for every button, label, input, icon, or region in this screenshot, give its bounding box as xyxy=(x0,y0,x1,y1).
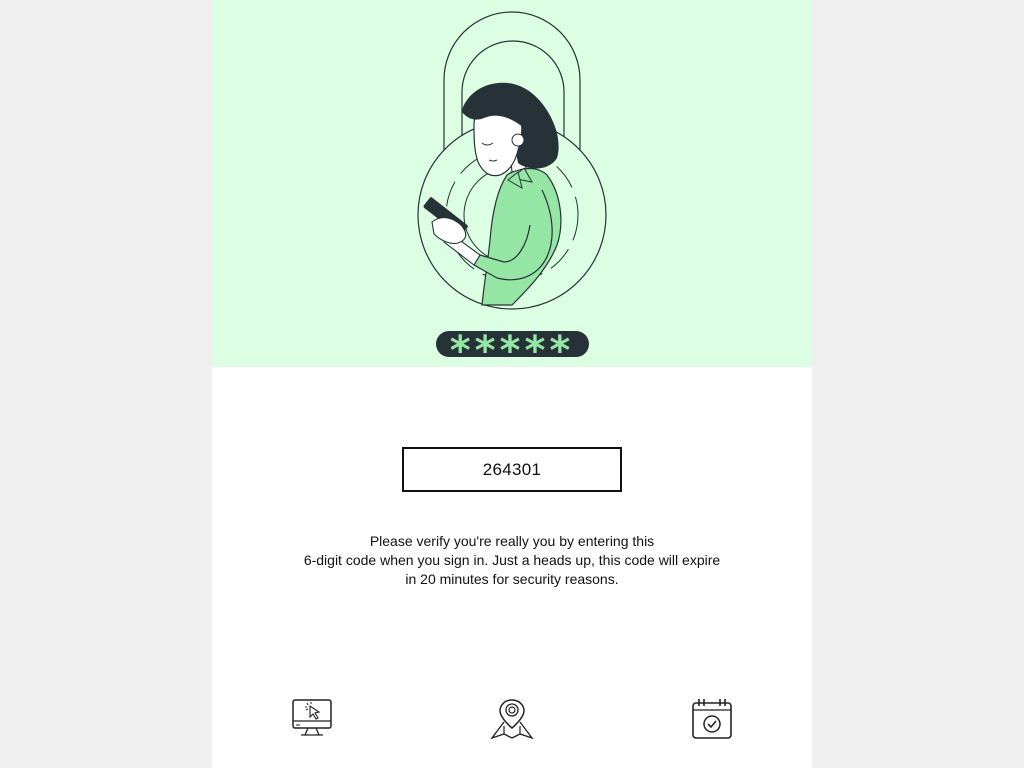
hero-banner: ***** xyxy=(212,0,812,367)
message-line-2: 6-digit code when you sign in. Just a he… xyxy=(303,552,721,568)
verification-code: 264301 xyxy=(402,447,622,492)
message-line-3: in 20 minutes for security reasons. xyxy=(405,571,619,587)
email-container: ***** 264301 Please verify you're really… xyxy=(212,0,812,768)
calendar-check-icon[interactable] xyxy=(690,696,734,740)
verification-message: Please verify you're really you by enter… xyxy=(272,532,752,589)
woman-with-phone-illustration: ***** xyxy=(417,11,607,367)
verification-code-value: 264301 xyxy=(482,459,542,479)
map-pin-icon[interactable] xyxy=(490,696,534,740)
password-mask: ***** xyxy=(450,328,575,367)
message-line-1: Please verify you're really you by enter… xyxy=(369,533,655,549)
computer-click-icon[interactable] xyxy=(290,696,334,740)
